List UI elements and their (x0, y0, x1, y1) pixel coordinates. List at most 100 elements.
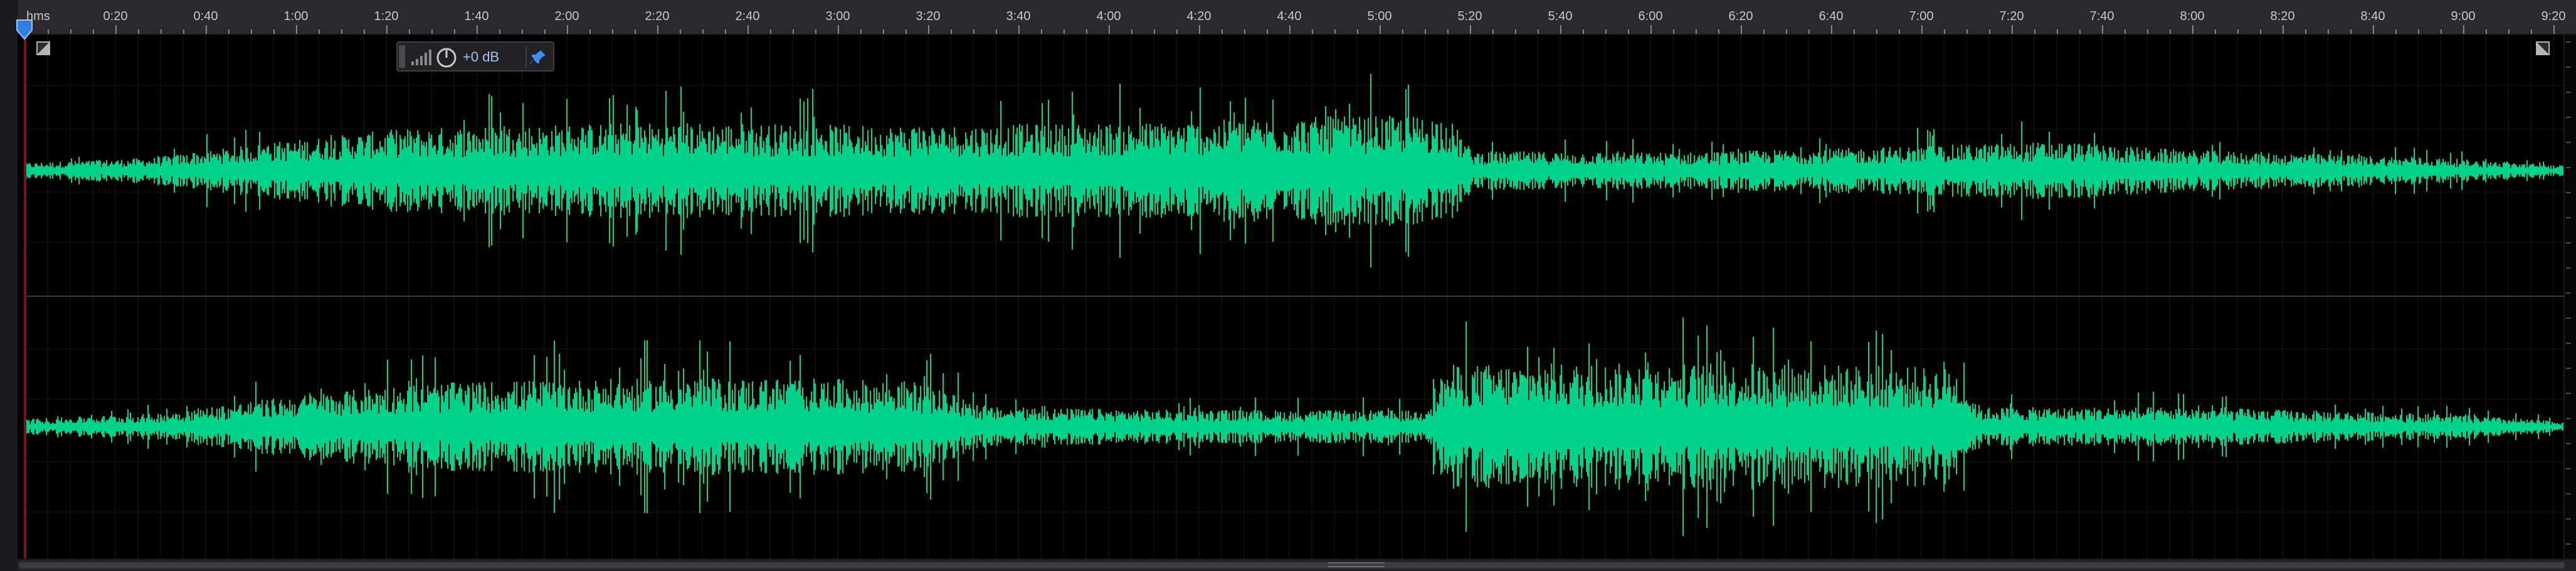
ruler-tick (1966, 29, 1968, 34)
ruler-label: 1:00 (283, 9, 309, 23)
waveform-editor[interactable]: hms 0:20 0:40 1:00 1:20 1:40 2:00 2:20 2:40 3:00… (0, 0, 2576, 571)
scale-tick (2566, 343, 2571, 344)
scale-tick (2566, 92, 2571, 93)
ruler-tick (815, 29, 816, 34)
ruler-label: 8:00 (2180, 9, 2205, 23)
ruler-tick (1741, 25, 1742, 34)
ruler-label: 0:20 (103, 9, 128, 23)
ruler-label: 2:20 (645, 9, 670, 23)
ruler-label: 0:40 (193, 9, 218, 23)
ruler-tick (138, 29, 139, 34)
ruler-tick (2418, 29, 2419, 34)
pin-button[interactable] (525, 46, 549, 68)
ruler-label: 3:00 (825, 9, 850, 23)
amplitude-scale[interactable] (2563, 35, 2576, 558)
ruler-tick (544, 29, 546, 34)
scale-tick (2566, 117, 2571, 118)
ruler-tick (1650, 25, 1652, 34)
ruler-tick (1560, 25, 1561, 34)
fade-in-handle-icon[interactable] (36, 41, 50, 55)
ruler-tick (1763, 29, 1765, 34)
level-meter-icon (411, 50, 431, 65)
ruler-tick (2260, 29, 2261, 34)
ruler-tick (454, 29, 455, 34)
ruler-tick (1605, 29, 1607, 34)
hud-drag-handle[interactable] (399, 45, 405, 68)
scale-tick (2566, 41, 2571, 43)
ruler-tick (838, 25, 839, 34)
ruler-tick (589, 29, 591, 34)
ruler-tick (2215, 29, 2216, 34)
ruler-tick (409, 29, 410, 34)
ruler-label: 8:20 (2270, 9, 2295, 23)
playhead-marker-icon[interactable] (15, 19, 34, 40)
ruler-tick (386, 25, 388, 34)
ruler-tick (793, 29, 794, 34)
scale-tick (2566, 468, 2571, 469)
scale-tick (2566, 192, 2571, 193)
ruler-tick (70, 29, 71, 34)
ruler-tick (973, 29, 974, 34)
ruler-tick (2395, 29, 2397, 34)
ruler-tick (725, 29, 726, 34)
ruler-tick (522, 29, 523, 34)
ruler-tick (48, 29, 49, 34)
ruler-label: 1:40 (464, 9, 489, 23)
ruler-tick (499, 29, 500, 34)
ruler-tick (1696, 29, 1697, 34)
ruler-tick (2553, 25, 2555, 34)
pin-icon (530, 50, 546, 64)
fade-out-handle-icon[interactable] (2536, 41, 2550, 55)
ruler-tick (1109, 25, 1110, 34)
volume-knob-icon[interactable] (435, 46, 458, 69)
ruler-label: 1:20 (374, 9, 399, 23)
ruler-label: 3:40 (1006, 9, 1031, 23)
ruler-tick (1854, 29, 1855, 34)
ruler-tick (2170, 29, 2171, 34)
ruler-tick (2486, 29, 2487, 34)
scale-tick (2566, 493, 2571, 494)
ruler-label: 5:00 (1367, 9, 1392, 23)
ruler-tick (2237, 29, 2239, 34)
ruler-label: 4:20 (1186, 9, 1211, 23)
ruler-tick (2147, 29, 2148, 34)
ruler-tick (1583, 29, 1584, 34)
playhead-line (24, 25, 26, 565)
scrollbar-thumb[interactable] (19, 562, 2565, 568)
ruler-tick (2463, 25, 2464, 34)
horizontal-scrollbar[interactable] (18, 558, 2576, 571)
scale-tick (2566, 393, 2571, 394)
time-ruler[interactable]: hms 0:20 0:40 1:00 1:20 1:40 2:00 2:20 2:40 3:00… (18, 0, 2576, 35)
ruler-tick (1222, 29, 1223, 34)
ruler-tick (1131, 29, 1132, 34)
ruler-tick (1470, 25, 1471, 34)
ruler-tick (431, 29, 433, 34)
ruler-label: 8:40 (2360, 9, 2385, 23)
ruler-tick (364, 29, 365, 34)
ruler-label: 9:20 (2541, 9, 2566, 23)
ruler-tick (251, 29, 252, 34)
ruler-tick (883, 29, 884, 34)
ruler-tick (1154, 29, 1155, 34)
ruler-tick (477, 25, 478, 34)
scale-tick (2566, 242, 2571, 243)
ruler-tick (612, 29, 613, 34)
heads-up-volume-display[interactable]: +0 dB (396, 41, 554, 72)
ruler-tick (567, 25, 568, 34)
ruler-tick (2350, 29, 2352, 34)
volume-readout: +0 dB (463, 49, 500, 65)
waveform-display[interactable] (25, 35, 2565, 558)
ruler-tick (2192, 25, 2193, 34)
ruler-tick (2102, 25, 2103, 34)
ruler-label: 4:00 (1096, 9, 1121, 23)
ruler-label: 5:40 (1548, 9, 1573, 23)
ruler-label: 6:40 (1819, 9, 1844, 23)
ruler-tick (1199, 25, 1200, 34)
ruler-tick (273, 29, 275, 34)
ruler-tick (161, 29, 162, 34)
ruler-tick (1876, 29, 1877, 34)
ruler-tick (905, 29, 907, 34)
ruler-label: 7:00 (1909, 9, 1934, 23)
scale-tick (2566, 267, 2571, 269)
ruler-tick (2057, 29, 2058, 34)
